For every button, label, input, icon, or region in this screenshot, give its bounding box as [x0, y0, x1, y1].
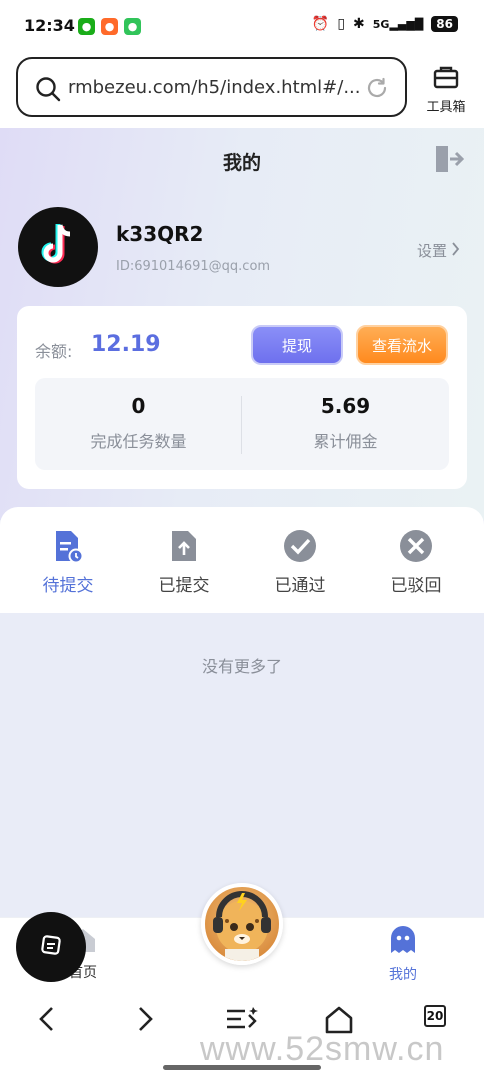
logout-icon[interactable]	[432, 143, 465, 179]
message-icon: ●	[124, 18, 141, 35]
nav-me-label: 我的	[389, 967, 417, 983]
task-status-tabs: 待提交 已提交 已通过 已驳回	[0, 507, 484, 613]
tab-rejected[interactable]: 已驳回	[366, 529, 466, 596]
settings-link[interactable]: 设置	[417, 240, 460, 261]
home-indicator[interactable]	[163, 1065, 321, 1070]
tab-label: 待提交	[42, 576, 94, 596]
search-icon	[35, 76, 61, 106]
view-flow-button[interactable]: 查看流水	[356, 325, 448, 365]
center-avatar-button[interactable]	[201, 883, 283, 965]
forward-icon[interactable]	[134, 1005, 156, 1037]
settings-label: 设置	[417, 242, 448, 260]
page-title: 我的	[222, 152, 261, 174]
floating-action-button[interactable]	[16, 912, 86, 982]
address-bar[interactable]: rmbezeu.com/h5/index.html#/...	[16, 57, 407, 117]
tab-label: 已提交	[158, 576, 210, 596]
status-bar: 12:34 ● ● ● ⏰ ▯ ✱ 5G▂▄▆█ 86	[0, 0, 484, 52]
document-upload-icon	[134, 529, 234, 563]
nav-me[interactable]: 我的	[368, 924, 438, 984]
watermark: www.52smw.cn	[200, 1030, 445, 1068]
back-icon[interactable]	[36, 1005, 58, 1037]
browser-address-area: rmbezeu.com/h5/index.html#/... 工具箱	[0, 52, 484, 128]
swap-icon	[37, 931, 65, 963]
tab-label: 已通过	[274, 576, 326, 596]
battery-icon: 86	[431, 16, 458, 32]
tabs-count: 20	[424, 1005, 446, 1027]
status-time: 12:34	[24, 16, 75, 35]
username: k33QR2	[116, 222, 204, 246]
tab-submitted[interactable]: 已提交	[134, 529, 234, 596]
withdraw-button[interactable]: 提现	[251, 325, 343, 365]
tiktok-logo-icon	[36, 221, 80, 273]
toolbox-button[interactable]: 工具箱	[420, 64, 472, 115]
stat-completed-tasks: 0 完成任务数量	[35, 394, 242, 452]
stat-value: 5.69	[320, 394, 371, 418]
signal-icon: 5G▂▄▆█	[372, 17, 424, 31]
check-circle-icon	[250, 529, 350, 563]
wechat-icon: ●	[78, 18, 95, 35]
bluetooth-icon: ✱	[353, 16, 365, 32]
balance-label: 余额:	[35, 342, 73, 361]
alarm-icon: ⏰	[311, 16, 330, 32]
tab-approved[interactable]: 已通过	[250, 529, 350, 596]
balance-value: 12.19	[91, 332, 161, 357]
toolbox-icon	[432, 66, 460, 94]
user-id: ID:691014691@qq.com	[116, 259, 271, 274]
app-orange-icon: ●	[101, 18, 118, 35]
network-type: 5G	[372, 17, 390, 31]
document-clock-icon	[18, 529, 118, 563]
stat-label: 完成任务数量	[90, 432, 187, 451]
reload-icon[interactable]	[365, 76, 389, 104]
avatar[interactable]	[18, 207, 98, 287]
empty-list-message: 没有更多了	[201, 657, 282, 676]
toolbox-label: 工具箱	[426, 100, 466, 115]
tab-pending-submit[interactable]: 待提交	[18, 529, 118, 596]
balance-card: 余额: 12.19 提现 查看流水 0 完成任务数量 5.69 累计佣金	[17, 306, 467, 489]
stats-panel: 0 完成任务数量 5.69 累计佣金	[35, 378, 449, 470]
url-text: rmbezeu.com/h5/index.html#/...	[68, 77, 361, 98]
chevron-right-icon	[451, 241, 460, 260]
tab-label: 已驳回	[390, 576, 442, 596]
cheetah-mascot-icon	[213, 891, 271, 961]
ghost-icon	[387, 926, 419, 960]
vibrate-icon: ▯	[337, 16, 346, 32]
stat-total-commission: 5.69 累计佣金	[242, 394, 449, 452]
close-circle-icon	[366, 529, 466, 563]
status-indicators: ⏰ ▯ ✱ 5G▂▄▆█ 86	[312, 16, 458, 32]
stat-value: 0	[131, 394, 146, 418]
tabs-count-button[interactable]: 20	[424, 1005, 446, 1027]
status-app-icons: ● ● ●	[78, 18, 141, 35]
stat-label: 累计佣金	[313, 432, 378, 451]
